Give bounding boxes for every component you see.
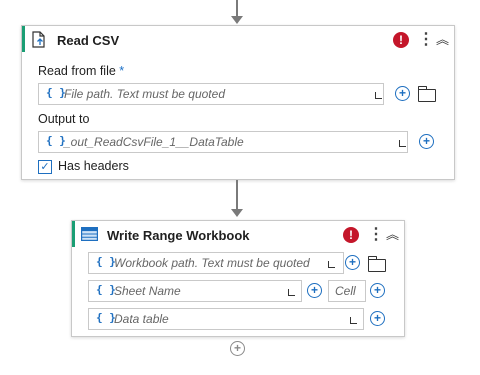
expand-editor-icon[interactable]: [375, 92, 382, 99]
expand-editor-icon[interactable]: [399, 140, 406, 147]
expression-brace-icon[interactable]: { }: [96, 283, 116, 296]
sheet-name-input[interactable]: { } Sheet Name: [88, 280, 302, 302]
has-headers-checkbox[interactable]: ✓: [38, 160, 52, 174]
kebab-menu-icon[interactable]: ⋮: [368, 227, 384, 243]
read-csv-title: Read CSV: [57, 33, 120, 48]
has-headers-label: Has headers: [58, 159, 129, 173]
top-connector-arrow: [231, 16, 243, 24]
middle-connector-arrow: [231, 209, 243, 217]
read-csv-header[interactable]: Read CSV ! ⋮ ︽: [22, 26, 454, 52]
file-path-input[interactable]: { } File path. Text must be quoted: [38, 83, 384, 105]
add-activity-icon[interactable]: +: [230, 341, 245, 356]
read-from-file-label: Read from file *: [38, 64, 125, 78]
expand-editor-icon[interactable]: [350, 317, 357, 324]
output-to-value: _out_ReadCsvFile_1__DataTable: [64, 135, 244, 149]
expression-brace-icon[interactable]: { }: [46, 134, 66, 147]
required-marker: *: [119, 64, 125, 78]
plus-icon[interactable]: +: [370, 311, 385, 326]
kebab-menu-icon[interactable]: ⋮: [418, 32, 434, 48]
data-table-placeholder: Data table: [114, 312, 169, 326]
read-csv-icon: [32, 31, 45, 48]
expression-brace-icon[interactable]: { }: [96, 311, 116, 324]
workbook-path-input[interactable]: { } Workbook path. Text must be quoted: [88, 252, 344, 274]
error-icon[interactable]: !: [393, 32, 409, 48]
file-path-placeholder: File path. Text must be quoted: [64, 87, 225, 101]
folder-browse-icon[interactable]: [417, 86, 436, 102]
expand-editor-icon[interactable]: [288, 289, 295, 296]
read-csv-activity[interactable]: Read CSV ! ⋮ ︽ Read from file * { } File…: [21, 25, 455, 180]
cell-input[interactable]: Cell: [328, 280, 366, 302]
plus-icon[interactable]: +: [395, 86, 410, 101]
data-table-input[interactable]: { } Data table: [88, 308, 364, 330]
error-icon[interactable]: !: [343, 227, 359, 243]
plus-icon[interactable]: +: [307, 283, 322, 298]
collapse-icon[interactable]: ︽: [386, 227, 399, 243]
output-to-input[interactable]: { } _out_ReadCsvFile_1__DataTable: [38, 131, 408, 153]
plus-icon[interactable]: +: [370, 283, 385, 298]
write-range-workbook-activity[interactable]: Write Range Workbook ! ⋮ ︽ { } Workbook …: [71, 220, 405, 337]
folder-browse-icon[interactable]: [367, 256, 386, 272]
workbook-path-placeholder: Workbook path. Text must be quoted: [114, 256, 310, 270]
top-connector-line: [236, 0, 238, 16]
write-range-header[interactable]: Write Range Workbook ! ⋮ ︽: [72, 221, 404, 247]
cell-placeholder: Cell: [335, 284, 356, 298]
write-range-title: Write Range Workbook: [107, 228, 250, 243]
expression-brace-icon[interactable]: { }: [46, 86, 66, 99]
output-to-label: Output to: [38, 112, 90, 126]
middle-connector-line: [236, 180, 238, 209]
spreadsheet-icon: [81, 227, 98, 241]
sheet-name-placeholder: Sheet Name: [114, 284, 181, 298]
plus-icon[interactable]: +: [345, 255, 360, 270]
plus-icon[interactable]: +: [419, 134, 434, 149]
expand-editor-icon[interactable]: [328, 261, 335, 268]
collapse-icon[interactable]: ︽: [436, 32, 449, 48]
expression-brace-icon[interactable]: { }: [96, 255, 116, 268]
